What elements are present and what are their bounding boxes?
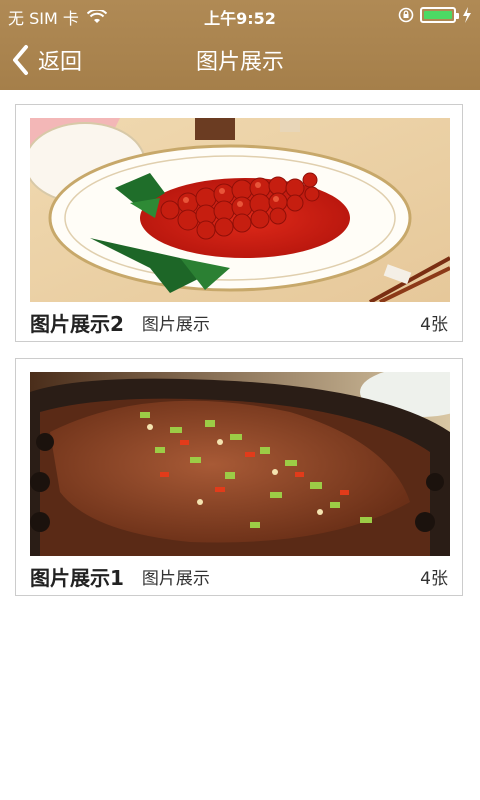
gallery-item-title: 图片展示2: [30, 311, 124, 336]
rotation-lock-icon: [398, 7, 414, 23]
gallery-item-caption: 图片展示1 图片展示 4张: [30, 557, 448, 595]
food-photo-image: [30, 118, 450, 302]
battery-icon: [420, 7, 459, 23]
food-photo-image: [30, 372, 450, 556]
gallery-item-subtitle: 图片展示: [141, 314, 210, 335]
navigation-bar: 返回 图片展示: [0, 30, 480, 90]
gallery-item-count: 4张: [420, 314, 448, 335]
gallery-item-title: 图片展示1: [30, 565, 124, 590]
gallery-photo-braised-fish[interactable]: [30, 372, 450, 556]
charging-bolt-icon: [463, 7, 471, 23]
gallery-item-count: 4张: [420, 568, 448, 589]
gallery-item-subtitle: 图片展示: [141, 568, 210, 589]
top-bar: 无 SIM 卡 上午9:52 返回 图片展示: [0, 0, 480, 90]
gallery-item[interactable]: 图片展示1 图片展示 4张: [15, 358, 463, 596]
gallery-item[interactable]: 图片展示2 图片展示 4张: [15, 104, 463, 342]
page-title: 图片展示: [195, 50, 284, 75]
gallery-photo-sweet-sour-fish[interactable]: [30, 118, 450, 302]
status-bar: 无 SIM 卡 上午9:52: [0, 0, 480, 30]
gallery-item-caption: 图片展示2 图片展示 4张: [30, 303, 448, 341]
